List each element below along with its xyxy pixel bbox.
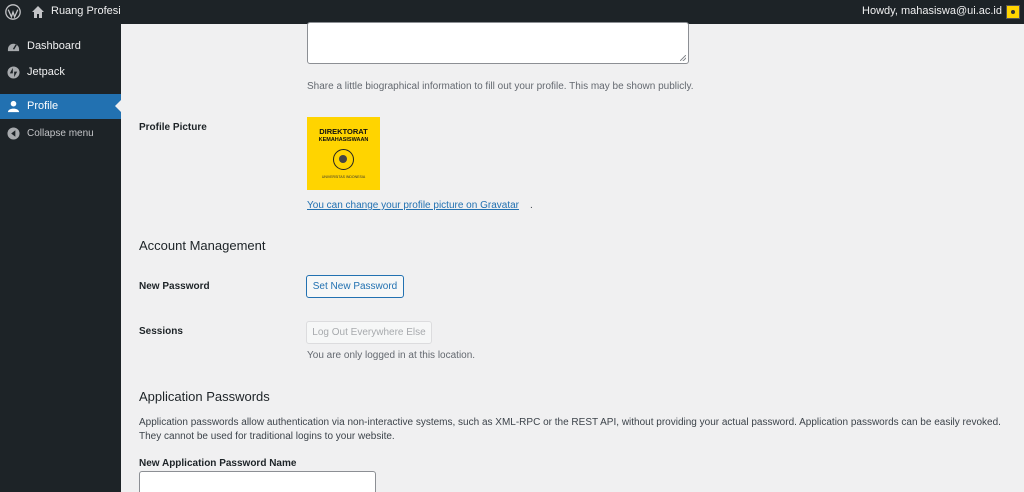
resize-grip-icon[interactable] — [680, 55, 686, 61]
app-password-name-label: New Application Password Name — [139, 458, 297, 469]
sidebar-item-label: Dashboard — [27, 40, 81, 52]
sidebar-item-label: Profile — [27, 100, 59, 112]
main-content: Share a little biographical information … — [121, 22, 1024, 492]
biographical-info-textarea[interactable] — [307, 22, 689, 64]
gravatar-link[interactable]: You can change your profile picture on G… — [307, 200, 519, 211]
picture-text-line1: DIREKTORAT — [319, 127, 368, 136]
site-name-link[interactable]: Ruang Profesi — [51, 5, 121, 17]
app-password-name-input[interactable] — [139, 471, 376, 492]
picture-text-line3: UNIVERSITAS INDONESIA — [321, 175, 366, 179]
set-new-password-button[interactable]: Set New Password — [306, 275, 404, 298]
sidebar-item-dashboard[interactable]: Dashboard — [0, 34, 121, 59]
jetpack-icon — [7, 66, 20, 79]
admin-bar: Ruang Profesi Howdy, mahasiswa@ui.ac.id — [0, 0, 1024, 24]
avatar[interactable] — [1006, 5, 1020, 19]
profile-picture: DIREKTORAT KEMAHASISWAAN UNIVERSITAS IND… — [307, 117, 380, 190]
new-password-label: New Password — [139, 281, 210, 292]
application-passwords-heading: Application Passwords — [139, 389, 270, 404]
profile-picture-label: Profile Picture — [139, 122, 207, 133]
howdy-user[interactable]: Howdy, mahasiswa@ui.ac.id — [862, 5, 1002, 17]
wordpress-logo-icon[interactable] — [5, 4, 21, 20]
gravatar-suffix: . — [530, 200, 533, 211]
picture-text-line2: KEMAHASISWAAN — [318, 137, 369, 143]
bio-description: Share a little biographical information … — [307, 81, 694, 92]
dashboard-icon — [7, 43, 20, 52]
account-management-heading: Account Management — [139, 238, 266, 253]
user-icon — [7, 100, 20, 113]
log-out-everywhere-button[interactable]: Log Out Everywhere Else — [306, 321, 432, 344]
collapse-icon — [7, 127, 20, 140]
admin-sidebar: Dashboard Jetpack Profile Collapse menu — [0, 24, 121, 492]
home-icon[interactable] — [31, 5, 45, 19]
collapse-menu-button[interactable]: Collapse menu — [0, 121, 121, 146]
sidebar-item-profile[interactable]: Profile — [0, 94, 121, 119]
university-seal-icon — [333, 149, 354, 170]
application-passwords-description: Application passwords allow authenticati… — [139, 417, 1001, 442]
sessions-description: You are only logged in at this location. — [307, 350, 476, 361]
sidebar-item-label: Collapse menu — [27, 128, 94, 139]
sidebar-item-jetpack[interactable]: Jetpack — [0, 60, 121, 85]
sidebar-item-label: Jetpack — [27, 66, 65, 78]
sessions-label: Sessions — [139, 326, 183, 337]
